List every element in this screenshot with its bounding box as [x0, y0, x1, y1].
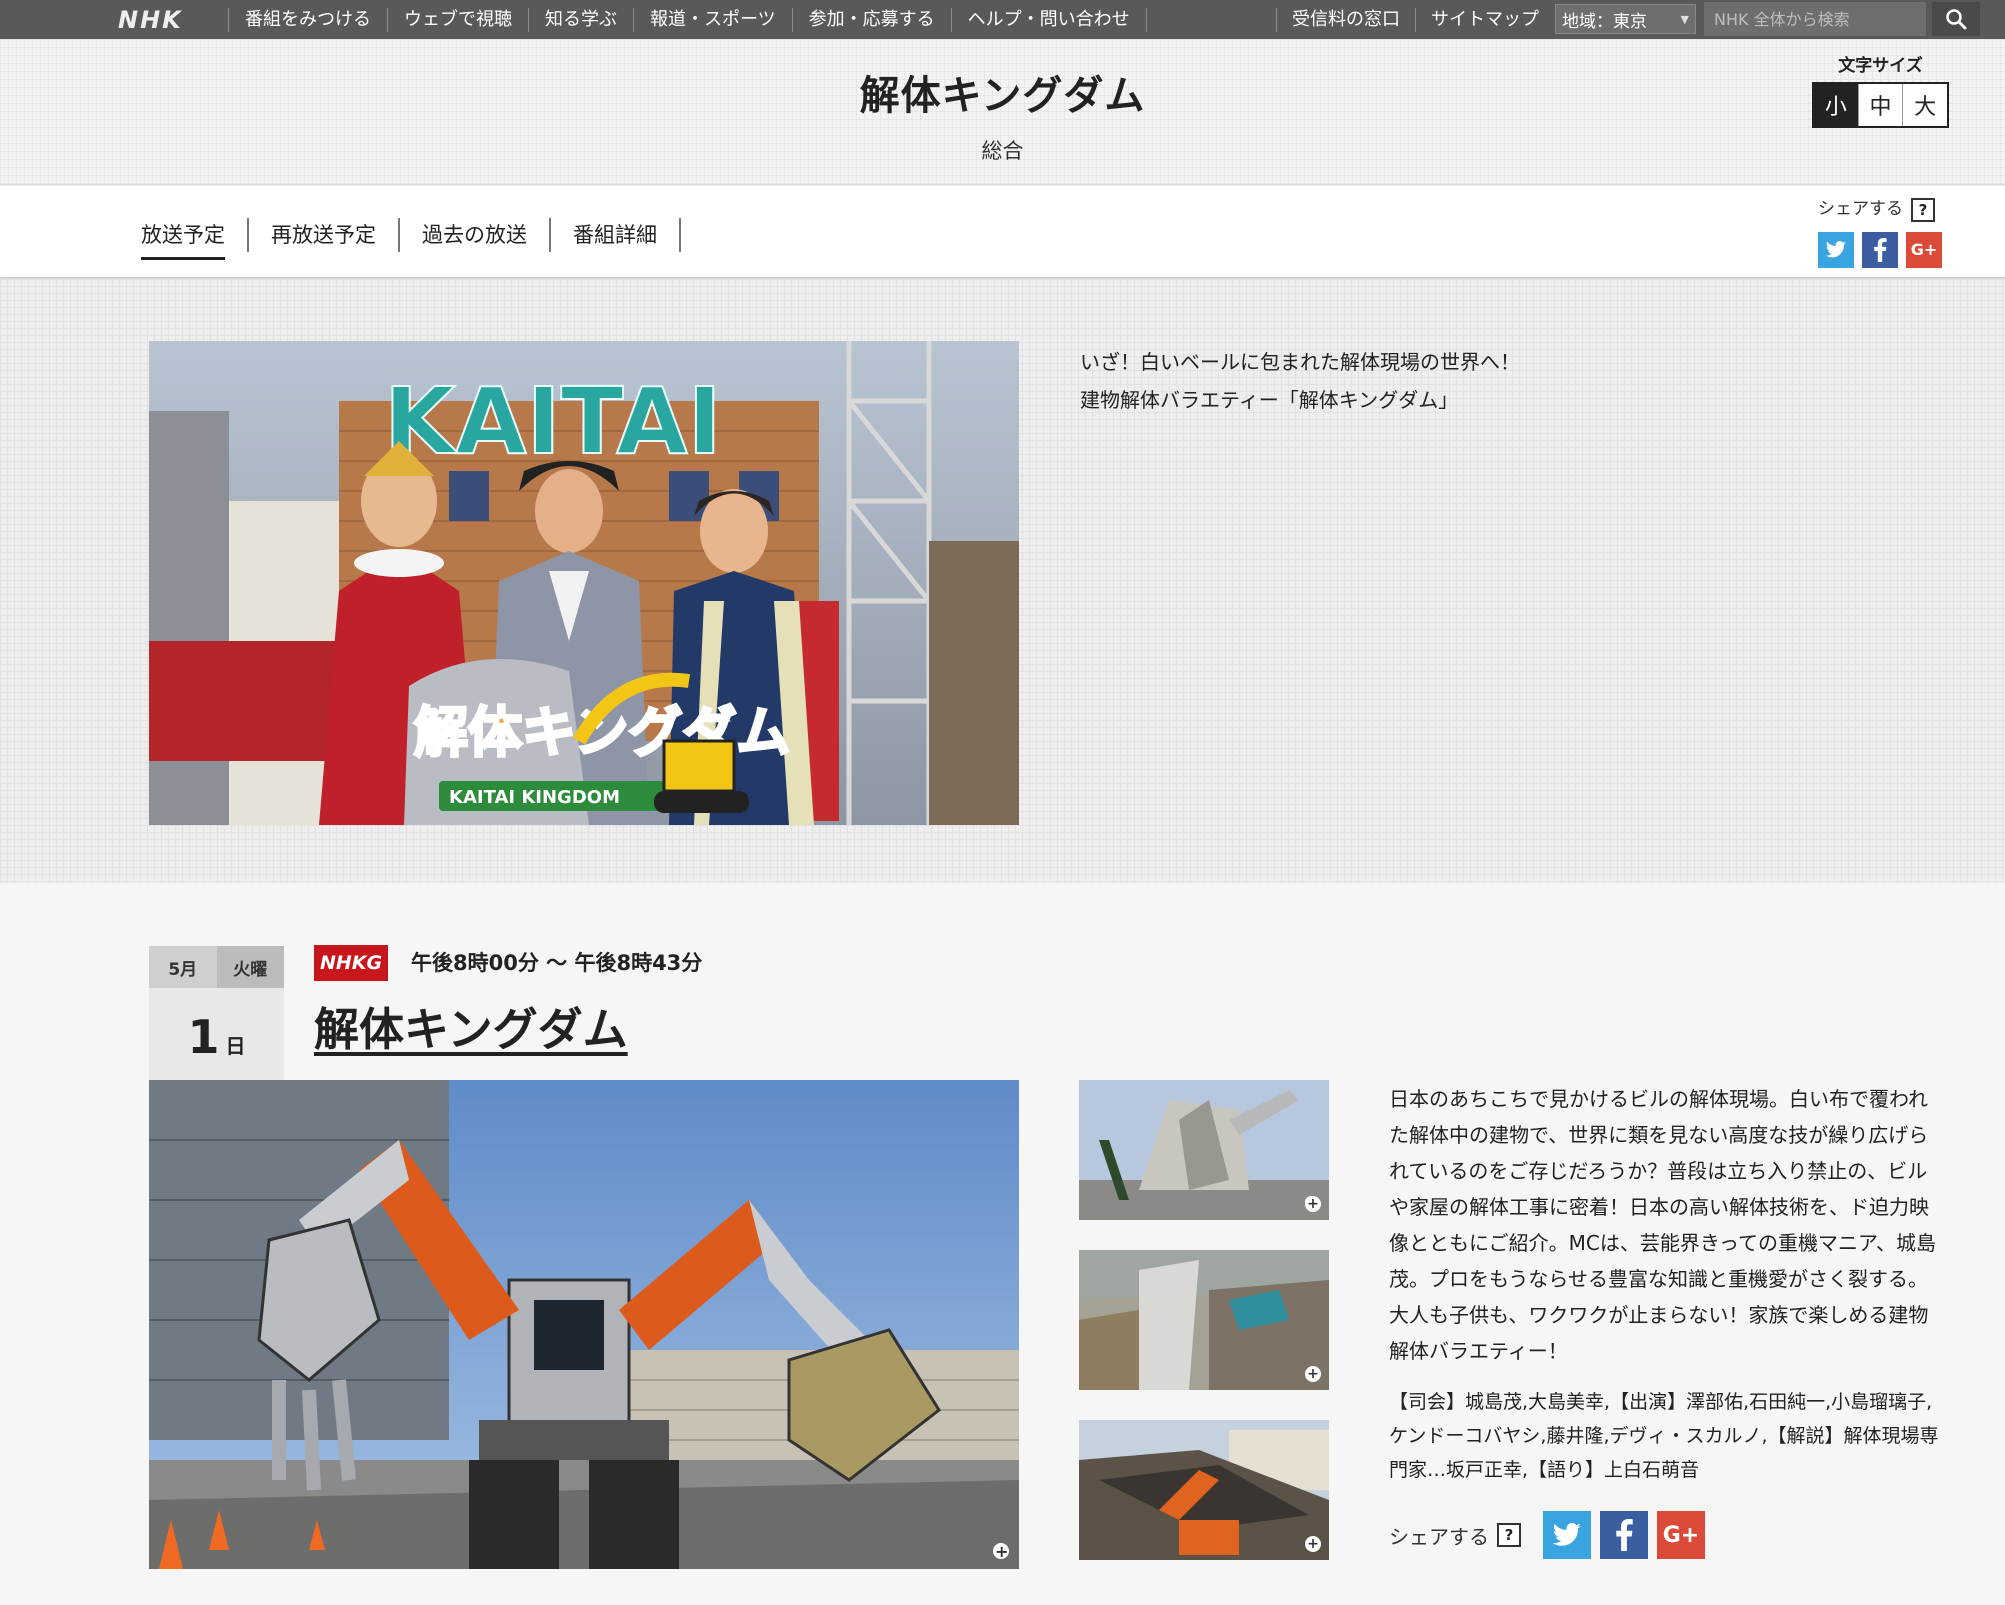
global-nav: 番組をみつける ウェブで視聴 知る学ぶ 報道・スポーツ 参加・応募する ヘルプ・…	[228, 0, 1147, 39]
chevron-down-icon: ▼	[1680, 12, 1689, 26]
twitter-share-button[interactable]	[1543, 1511, 1591, 1559]
facebook-share-button[interactable]	[1862, 231, 1898, 268]
hero-line: 建物解体バラエティー「解体キングダム」	[1080, 388, 1459, 412]
date-day-suffix: 日	[225, 1033, 246, 1058]
font-size-label: 文字サイズ	[1838, 56, 1923, 76]
episode-share-panel: シェアする ? G+	[1389, 1511, 1705, 1559]
episode-thumbnail[interactable]: +	[1079, 1080, 1329, 1220]
tab-past-broadcasts[interactable]: 過去の放送	[400, 218, 551, 252]
twitter-share-button[interactable]	[1818, 231, 1854, 268]
kaitai-sign: KAITAI	[384, 368, 722, 475]
hero-line: いざ！白いベールに包まれた解体現場の世界へ！	[1080, 350, 1520, 374]
share-panel: シェアする? G+	[1818, 194, 1978, 268]
global-nav-bar: NHK 番組をみつける ウェブで視聴 知る学ぶ 報道・スポーツ 参加・応募する …	[0, 0, 2005, 39]
global-nav-item[interactable]: 参加・応募する	[791, 7, 951, 32]
facebook-share-button[interactable]	[1600, 1511, 1648, 1559]
episode-description: 日本のあちこちで見かけるビルの解体現場。白い布で覆われた解体中の建物で、世界に類…	[1389, 1087, 1937, 1363]
hero-image: KAITAI 解体キングダム KAITAI KINGDOM	[149, 341, 1019, 825]
nhk-logo[interactable]: NHK	[118, 6, 183, 34]
channel-label: 総合	[981, 139, 1024, 163]
share-label: シェアする	[1818, 199, 1903, 219]
font-size-small-button[interactable]: 小	[1814, 84, 1858, 126]
global-nav-right: 受信料の窓口 サイトマップ	[1276, 0, 1554, 39]
font-size-medium-button[interactable]: 中	[1857, 84, 1903, 126]
region-label: 地域：東京	[1562, 11, 1647, 32]
share-buttons: G+	[1543, 1511, 1705, 1559]
program-header: 解体キングダム 総合 文字サイズ 小 中 大	[0, 39, 2005, 185]
episode-section: 5月 火曜 1 日 NHKG 午後8時00分 〜 午後8時43分 解体キングダム	[0, 883, 2005, 1605]
expand-icon: +	[1305, 1366, 1321, 1382]
twitter-icon	[1552, 1522, 1581, 1546]
twitter-icon	[1825, 240, 1846, 257]
tab-rebroadcast[interactable]: 再放送予定	[249, 218, 400, 252]
google-plus-share-button[interactable]: G+	[1906, 231, 1942, 268]
program-tabs-bar: 放送予定 再放送予定 過去の放送 番組詳細 シェアする? G+	[0, 186, 2005, 278]
share-help-button[interactable]: ?	[1911, 197, 1935, 222]
svg-text:+: +	[995, 1542, 1008, 1561]
tab-program-details[interactable]: 番組詳細	[551, 218, 681, 252]
search-button[interactable]	[1932, 2, 1980, 36]
expand-icon: +	[1305, 1536, 1321, 1552]
episode-main-image[interactable]: +	[149, 1080, 1019, 1569]
global-nav-item[interactable]: 番組をみつける	[228, 7, 387, 32]
global-nav-item[interactable]: 報道・スポーツ	[633, 7, 792, 32]
date-weekday: 火曜	[216, 946, 284, 988]
global-nav-item[interactable]: ウェブで視聴	[387, 7, 528, 32]
google-plus-icon: G+	[1662, 1522, 1700, 1548]
facebook-icon	[1616, 1519, 1633, 1551]
sitemap-link[interactable]: サイトマップ	[1415, 7, 1554, 32]
episode-thumbnail[interactable]: +	[1079, 1250, 1329, 1390]
font-size-buttons: 小 中 大	[1812, 82, 1949, 128]
receiving-fee-link[interactable]: 受信料の窓口	[1276, 7, 1415, 32]
hero-section: KAITAI 解体キングダム KAITAI KINGDOM いざ！白いベールに包…	[0, 279, 2005, 883]
share-help-button[interactable]: ?	[1497, 1523, 1521, 1547]
nhk-g-channel-badge: NHKG	[314, 945, 388, 981]
tab-schedule[interactable]: 放送予定	[141, 218, 249, 260]
program-tabs: 放送予定 再放送予定 過去の放送 番組詳細	[141, 218, 681, 260]
google-plus-share-button[interactable]: G+	[1657, 1511, 1705, 1559]
facebook-icon	[1874, 237, 1887, 262]
expand-icon: +	[1305, 1196, 1321, 1212]
hero-description: いざ！白いベールに包まれた解体現場の世界へ！ 建物解体バラエティー「解体キングダ…	[1080, 343, 1520, 419]
region-select[interactable]: 地域：東京 ▼	[1555, 4, 1696, 34]
hero-logo-subtext: KAITAI KINGDOM	[449, 787, 620, 808]
global-nav-item[interactable]: 知る学ぶ	[528, 7, 633, 32]
font-size-large-button[interactable]: 大	[1902, 84, 1948, 126]
broadcast-time: 午後8時00分 〜 午後8時43分	[411, 951, 703, 975]
page-title: 解体キングダム	[859, 73, 1146, 119]
episode-title-link[interactable]: 解体キングダム	[314, 993, 628, 1058]
search-input[interactable]	[1704, 2, 1926, 36]
search-icon	[1946, 9, 1967, 30]
date-month: 5月	[149, 946, 217, 988]
global-nav-item[interactable]: ヘルプ・問い合わせ	[950, 7, 1147, 32]
share-label: シェアする	[1389, 1524, 1489, 1549]
episode-cast: 【司会】城島茂,大島美幸,【出演】澤部佑,石田純一,小島瑠璃子,ケンドーコバヤシ…	[1389, 1391, 1939, 1481]
episode-thumbnail[interactable]: +	[1079, 1420, 1329, 1560]
broadcast-date: 5月 火曜 1 日	[149, 946, 284, 1086]
google-plus-icon: G+	[1910, 240, 1938, 259]
share-buttons: G+	[1818, 231, 1978, 268]
date-day: 1	[187, 1010, 220, 1064]
font-size-control: 文字サイズ 小 中 大	[1812, 51, 1949, 128]
